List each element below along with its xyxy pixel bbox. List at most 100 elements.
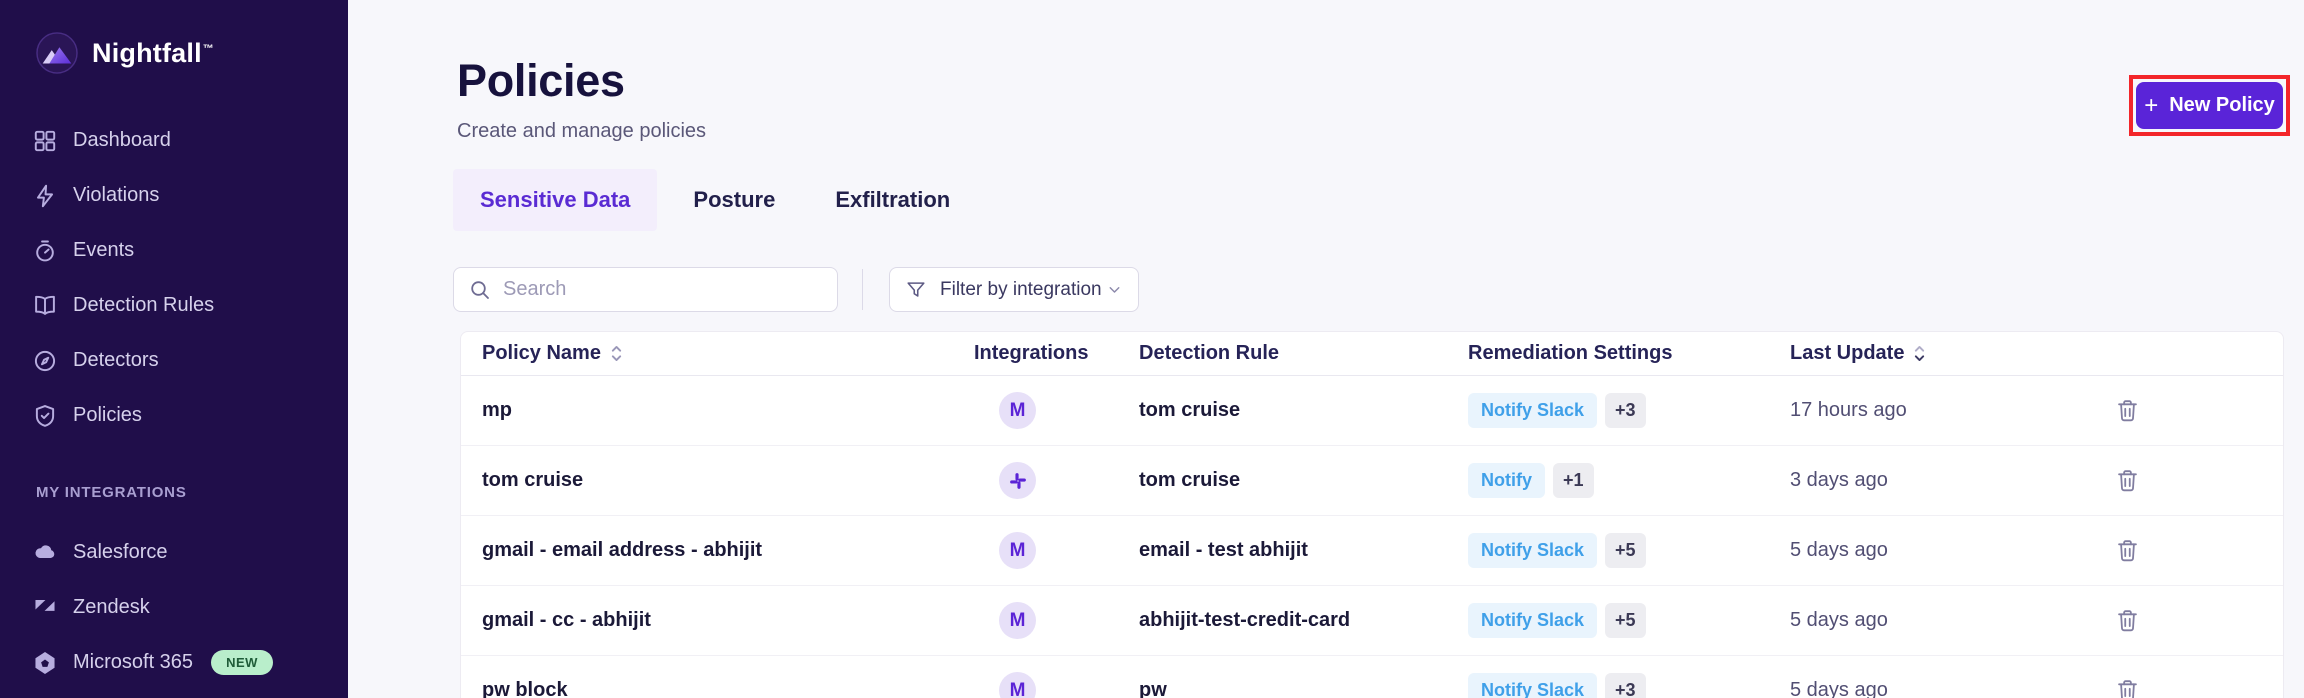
new-policy-button[interactable]: + New Policy (2136, 82, 2283, 129)
column-header-detection-rule: Detection Rule (1139, 342, 1468, 365)
remediation-chip[interactable]: Notify Slack (1468, 603, 1597, 638)
delete-policy-button[interactable] (2114, 537, 2141, 564)
sidebar-item-detectors[interactable]: Detectors (0, 333, 348, 388)
gmail-integration-icon: M (999, 532, 1036, 569)
sidebar-item-label: Detectors (73, 349, 159, 372)
table-row[interactable]: pw block M pw Notify Slack +3 5 days ago (461, 656, 2283, 698)
table-row[interactable]: mp M tom cruise Notify Slack +3 17 hours… (461, 376, 2283, 446)
table-header-row: Policy Name Integrations Detection Rule … (461, 332, 2283, 376)
integration-cell: M (974, 392, 1139, 429)
actions-cell (2100, 397, 2283, 424)
remediation-cell: Notify Slack +5 (1468, 533, 1790, 568)
last-update-cell: 5 days ago (1790, 609, 2100, 632)
integration-cell: M (974, 672, 1139, 698)
sidebar-item-events[interactable]: Events (0, 223, 348, 278)
sidebar-item-zendesk[interactable]: Zendesk (0, 580, 348, 635)
tab-exfiltration[interactable]: Exfiltration (811, 169, 974, 231)
delete-policy-button[interactable] (2114, 607, 2141, 634)
plus-icon: + (2144, 94, 2158, 118)
remediation-extra-count-chip[interactable]: +5 (1605, 533, 1646, 568)
remediation-extra-count-chip[interactable]: +3 (1605, 673, 1646, 698)
column-header-last-update[interactable]: Last Update (1790, 342, 2100, 365)
slack-integration-icon (999, 462, 1036, 499)
stopwatch-icon (32, 238, 58, 264)
actions-cell (2100, 467, 2283, 494)
remediation-extra-count-chip[interactable]: +3 (1605, 393, 1646, 428)
salesforce-cloud-icon (32, 540, 58, 566)
delete-policy-button[interactable] (2114, 677, 2141, 698)
chevron-down-icon (1106, 281, 1123, 298)
column-header-remediation-settings: Remediation Settings (1468, 342, 1790, 365)
sidebar-item-policies[interactable]: Policies (0, 388, 348, 443)
my-integrations-heading: MY INTEGRATIONS (36, 484, 187, 501)
new-policy-label: New Policy (2169, 94, 2275, 117)
brand-logo[interactable]: Nightfall™ (36, 32, 214, 74)
search-input[interactable] (503, 278, 803, 301)
toolbar: Filter by integration (453, 267, 1139, 312)
detection-rule-cell: abhijit-test-credit-card (1139, 609, 1468, 632)
filter-by-integration-dropdown[interactable]: Filter by integration (889, 267, 1139, 312)
remediation-chip[interactable]: Notify Slack (1468, 673, 1597, 698)
sidebar-item-label: Zendesk (73, 596, 150, 619)
sidebar-item-detection-rules[interactable]: Detection Rules (0, 278, 348, 333)
compass-icon (32, 348, 58, 374)
integrations-nav: Salesforce Zendesk Microsoft 365 NEW (0, 525, 348, 690)
tab-posture[interactable]: Posture (669, 169, 799, 231)
gmail-integration-icon: M (999, 602, 1036, 639)
remediation-chip[interactable]: Notify (1468, 463, 1545, 498)
toolbar-divider (862, 269, 863, 310)
actions-cell (2100, 607, 2283, 634)
sidebar-item-microsoft-365[interactable]: Microsoft 365 NEW (0, 635, 348, 690)
policy-name-cell: gmail - email address - abhijit (461, 539, 974, 562)
remediation-extra-count-chip[interactable]: +5 (1605, 603, 1646, 638)
sidebar-item-label: Detection Rules (73, 294, 214, 317)
integration-cell: M (974, 602, 1139, 639)
detection-rule-cell: tom cruise (1139, 469, 1468, 492)
book-icon (32, 293, 58, 319)
remediation-cell: Notify Slack +3 (1468, 393, 1790, 428)
remediation-extra-count-chip[interactable]: +1 (1553, 463, 1594, 498)
sort-icon[interactable] (610, 344, 623, 363)
integration-cell: M (974, 462, 1139, 499)
new-badge: NEW (211, 650, 273, 675)
last-update-cell: 3 days ago (1790, 469, 2100, 492)
table-row[interactable]: gmail - cc - abhijit M abhijit-test-cred… (461, 586, 2283, 656)
tab-sensitive-data[interactable]: Sensitive Data (453, 169, 657, 231)
policy-name-cell: mp (461, 399, 974, 422)
trash-icon (2114, 537, 2141, 564)
trash-icon (2114, 397, 2141, 424)
sidebar-item-label: Events (73, 239, 134, 262)
table-row[interactable]: gmail - email address - abhijit M email … (461, 516, 2283, 586)
detection-rule-cell: pw (1139, 679, 1468, 698)
trash-icon (2114, 607, 2141, 634)
filter-label: Filter by integration (940, 279, 1102, 301)
nightfall-app: Nightfall™ Dashboard Violations (0, 0, 2304, 698)
policy-name-cell: pw block (461, 679, 974, 698)
trash-icon (2114, 467, 2141, 494)
sort-icon-active-desc[interactable] (1913, 344, 1926, 363)
policy-tabs: Sensitive Data Posture Exfiltration (453, 169, 974, 231)
remediation-cell: Notify Slack +5 (1468, 603, 1790, 638)
remediation-chip[interactable]: Notify Slack (1468, 533, 1597, 568)
page-subtitle: Create and manage policies (457, 120, 706, 143)
delete-policy-button[interactable] (2114, 397, 2141, 424)
delete-policy-button[interactable] (2114, 467, 2141, 494)
sidebar-item-violations[interactable]: Violations (0, 168, 348, 223)
sidebar-item-dashboard[interactable]: Dashboard (0, 113, 348, 168)
remediation-chip[interactable]: Notify Slack (1468, 393, 1597, 428)
table-row[interactable]: tom cruise M tom cruise Notify +1 3 days… (461, 446, 2283, 516)
brand-name: Nightfall™ (92, 38, 214, 69)
nightfall-logo-icon (36, 32, 78, 74)
trash-icon (2114, 677, 2141, 698)
sidebar-item-label: Microsoft 365 (73, 651, 193, 674)
lightning-icon (32, 183, 58, 209)
search-box[interactable] (453, 267, 838, 312)
funnel-icon (905, 279, 927, 301)
last-update-cell: 17 hours ago (1790, 399, 2100, 422)
sidebar-item-salesforce[interactable]: Salesforce (0, 525, 348, 580)
column-header-policy-name[interactable]: Policy Name (461, 342, 974, 365)
gmail-integration-icon: M (999, 392, 1036, 429)
sidebar-item-label: Policies (73, 404, 142, 427)
shield-check-icon (32, 403, 58, 429)
last-update-cell: 5 days ago (1790, 679, 2100, 698)
